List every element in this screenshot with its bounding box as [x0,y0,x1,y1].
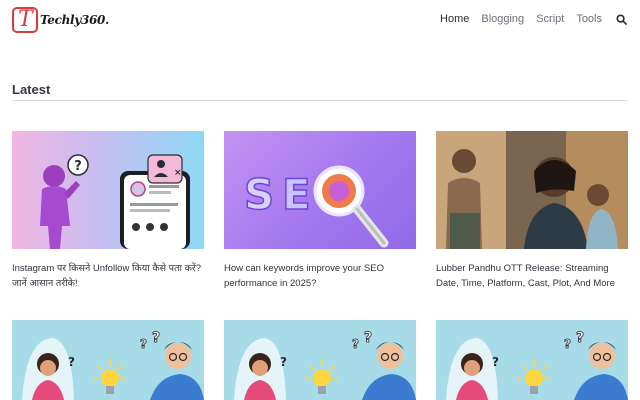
post-thumbnail[interactable] [436,131,628,249]
svg-text:?: ? [564,337,571,351]
section-title: Latest [12,82,51,97]
post-thumbnail[interactable]: S E [224,131,416,249]
site-logo[interactable]: T Techly360. [12,6,109,34]
svg-text:?: ? [280,355,287,369]
post-card[interactable]: ? × Instagram पर किसने Unfollow किया कैस… [12,131,204,291]
post-card[interactable]: ? ? ? [12,320,204,400]
svg-text:?: ? [352,337,359,351]
nav-tools[interactable]: Tools [576,13,602,25]
post-card[interactable]: Lubber Pandhu OTT Release: Streaming Dat… [436,131,628,291]
post-card[interactable]: S E How can keywords improve your SEO pe… [224,131,416,291]
post-card[interactable]: ? ? ? [224,320,416,400]
section-divider [12,100,628,101]
nav-script[interactable]: Script [536,13,564,25]
svg-text:?: ? [364,330,372,346]
search-icon[interactable] [614,12,628,26]
post-title[interactable]: How can keywords improve your SEO perfor… [224,261,416,291]
svg-text:?: ? [152,330,160,346]
post-card[interactable]: ? ? ? [436,320,628,400]
post-title[interactable]: Instagram पर किसने Unfollow किया कैसे पत… [12,261,204,291]
logo-mark-icon: T [12,7,38,33]
main-nav: Home Blogging Script Tools [440,12,628,26]
svg-text:?: ? [576,330,584,346]
svg-text:?: ? [74,159,82,174]
svg-text:E: E [282,170,311,219]
nav-blogging[interactable]: Blogging [481,13,524,25]
svg-text:×: × [174,168,182,178]
logo-text: Techly360. [40,13,109,27]
svg-text:?: ? [68,355,75,369]
post-thumbnail[interactable]: ? ? ? [12,320,204,400]
site-header: T Techly360. Home Blogging Script Tools [0,0,640,40]
svg-text:?: ? [492,355,499,369]
svg-text:S: S [244,170,274,219]
svg-text:?: ? [140,337,147,351]
nav-home[interactable]: Home [440,13,469,25]
post-thumbnail[interactable]: ? ? ? [436,320,628,400]
post-thumbnail[interactable]: ? ? ? [224,320,416,400]
post-thumbnail[interactable]: ? × [12,131,204,249]
post-title[interactable]: Lubber Pandhu OTT Release: Streaming Dat… [436,261,628,291]
